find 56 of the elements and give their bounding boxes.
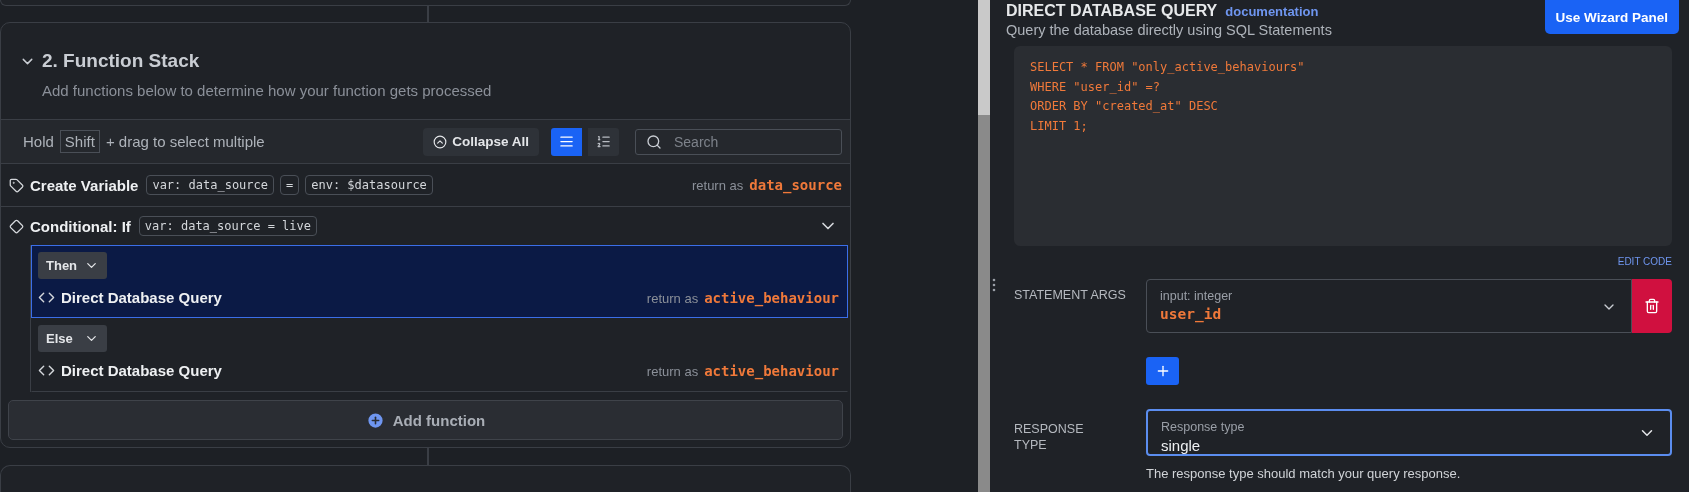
return-variable: active_behaviour	[704, 289, 839, 306]
drag-handle-icon[interactable]	[992, 278, 996, 292]
section-description: Add functions below to determine how your function gets processed	[42, 82, 493, 99]
add-argument-button[interactable]	[1146, 357, 1179, 385]
response-type-select[interactable]: Response type single	[1146, 409, 1672, 456]
tag-icon	[9, 177, 24, 193]
shift-key: Shift	[59, 130, 100, 153]
plus-circle-icon	[365, 410, 385, 430]
sql-code-editor[interactable]: SELECT * FROM "only_active_behaviours" WHERE "user_id" =? ORDER BY "created_at" DESC LIMIT 1;	[1014, 46, 1672, 246]
code-line: ORDER BY "created_at" DESC	[1030, 98, 1219, 115]
search-input[interactable]: Search	[672, 132, 822, 151]
code-line: SELECT * FROM "only_active_behaviours"	[1030, 59, 1306, 76]
panel-subtitle: Query the database directly using SQL Statements	[1006, 22, 1332, 38]
search-field[interactable]: Search	[635, 128, 842, 155]
list-icon	[559, 134, 574, 149]
view-mode-button[interactable]	[551, 127, 582, 156]
code-token: var: data_source = live	[138, 216, 317, 236]
field-label: STATEMENT ARGS	[1014, 287, 1127, 304]
hint-text: Hold	[23, 133, 54, 150]
trash-icon	[1644, 298, 1660, 314]
return-variable: active_behaviour	[704, 362, 839, 379]
code-line: LIMIT 1;	[1030, 117, 1089, 135]
search-icon	[646, 133, 662, 150]
documentation-link[interactable]: documentation	[1225, 4, 1319, 19]
return-label: return as	[691, 178, 744, 193]
argument-select[interactable]: input: integer user_id	[1146, 279, 1632, 333]
code-token: =	[280, 175, 300, 195]
add-function-button[interactable]: Add function	[8, 400, 843, 440]
code-line: WHERE "user_id" =?	[1030, 78, 1162, 96]
field-label: RESPONSE TYPE	[1014, 421, 1085, 454]
branch-dropdown[interactable]: Then	[38, 252, 107, 279]
branch-block[interactable]: Else Direct Database Query return as active_behaviour	[31, 318, 848, 392]
branch-dropdown[interactable]: Else	[38, 325, 107, 352]
step-title[interactable]: Create Variable	[30, 176, 139, 194]
numbered-list-icon	[596, 134, 611, 149]
section-title: 2. Function Stack	[42, 50, 200, 72]
helper-text: The response type should match your query response.	[1146, 466, 1462, 481]
view-mode-button[interactable]	[588, 127, 619, 156]
scrollbar[interactable]	[978, 0, 990, 492]
step-title[interactable]: Direct Database Query	[61, 289, 222, 306]
chevron-up-circle-icon	[433, 134, 448, 149]
code-token: var: data_source	[146, 175, 274, 195]
step-title[interactable]: Conditional: If	[30, 217, 131, 235]
diamond-icon	[9, 218, 24, 234]
return-variable: data_source	[749, 177, 842, 193]
code-token: env: $datasource	[305, 175, 433, 195]
hint-text: + drag to select multiple	[105, 133, 265, 150]
return-label: return as	[646, 363, 699, 379]
collapse-all-button[interactable]: Collapse All	[423, 127, 539, 156]
wizard-panel-button[interactable]: Use Wizard Panel	[1544, 0, 1679, 34]
panel-title: DIRECT DATABASE QUERY	[1006, 2, 1218, 20]
return-label: return as	[646, 290, 699, 306]
delete-button[interactable]	[1632, 279, 1672, 333]
step-title[interactable]: Direct Database Query	[61, 362, 222, 379]
branch-block[interactable]: Then Direct Database Query return as active_behaviour	[31, 245, 848, 318]
edit-code-link[interactable]: EDIT CODE	[1617, 256, 1672, 267]
